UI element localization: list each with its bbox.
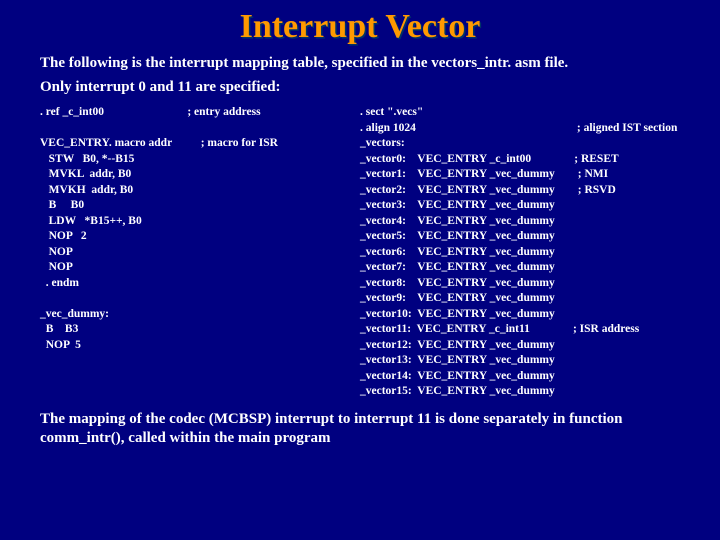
code-columns: . ref _c_int00 ; entry address VEC_ENTRY…	[40, 105, 680, 400]
intro-line-1: The following is the interrupt mapping t…	[40, 54, 680, 74]
slide-title: Interrupt Vector	[40, 8, 680, 46]
footer-text: The mapping of the codec (MCBSP) interru…	[40, 410, 680, 449]
right-column: . sect ".vecs" . align 1024 ; aligned IS…	[360, 105, 680, 400]
slide-container: Interrupt Vector The following is the in…	[0, 0, 720, 459]
vector-table-code: . sect ".vecs" . align 1024 ; aligned IS…	[360, 105, 680, 400]
intro-line-2: Only interrupt 0 and 11 are specified:	[40, 78, 680, 98]
macro-code-block: . ref _c_int00 ; entry address VEC_ENTRY…	[40, 105, 340, 353]
left-column: . ref _c_int00 ; entry address VEC_ENTRY…	[40, 105, 340, 400]
